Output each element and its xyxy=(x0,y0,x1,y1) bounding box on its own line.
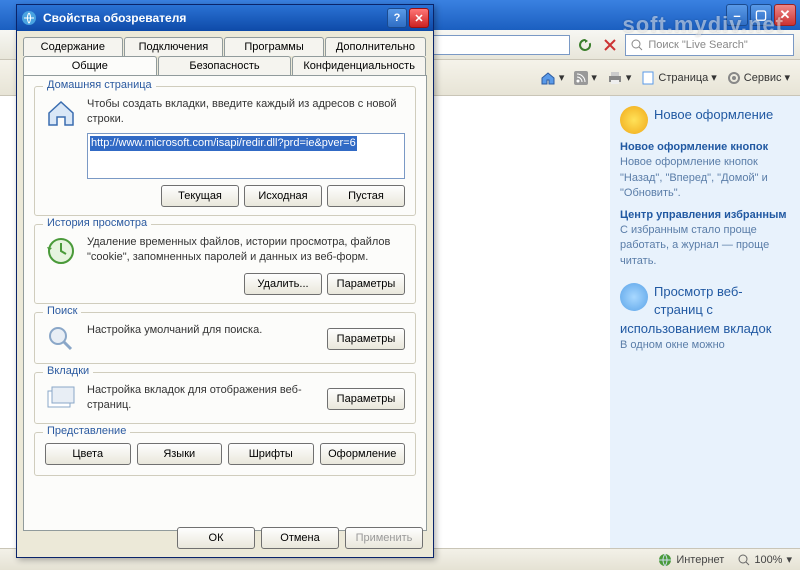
history-group: История просмотра Удаление временных фай… xyxy=(34,224,416,304)
dialog-button-row: ОК Отмена Применить xyxy=(17,527,433,549)
ok-button[interactable]: ОК xyxy=(177,527,255,549)
tab-connections[interactable]: Подключения xyxy=(124,37,224,56)
ie-icon xyxy=(21,10,37,26)
use-default-button[interactable]: Исходная xyxy=(244,185,322,207)
refresh-icon[interactable] xyxy=(576,35,595,55)
search-group-label: Поиск xyxy=(43,305,81,317)
promo-sidebar: Новое оформление Новое оформление кнопок… xyxy=(610,96,800,548)
use-current-button[interactable]: Текущая xyxy=(161,185,239,207)
tabs-desc: Настройка вкладок для отображения веб-ст… xyxy=(87,383,317,413)
close-button[interactable]: ✕ xyxy=(774,4,796,26)
security-zone[interactable]: Интернет xyxy=(658,553,724,567)
dialog-title: Свойства обозревателя xyxy=(43,11,385,25)
use-blank-button[interactable]: Пустая xyxy=(327,185,405,207)
search-input[interactable]: Поиск "Live Search" xyxy=(625,34,794,56)
promo-item-1: Новое оформление Новое оформление кнопок… xyxy=(620,106,790,269)
dialog-close-button[interactable]: ✕ xyxy=(409,8,429,28)
tab-panel-general: Домашняя страница Чтобы создать вкладки,… xyxy=(23,75,427,531)
tabs-icon xyxy=(620,283,648,311)
search-placeholder: Поиск "Live Search" xyxy=(648,39,747,51)
star-icon xyxy=(620,106,648,134)
zoom-control[interactable]: 100% ▾ xyxy=(738,553,792,566)
fonts-button[interactable]: Шрифты xyxy=(228,443,314,465)
cancel-button[interactable]: Отмена xyxy=(261,527,339,549)
help-button[interactable]: ? xyxy=(387,8,407,28)
history-icon xyxy=(45,235,77,267)
search-desc: Настройка умолчаний для поиска. xyxy=(87,323,317,338)
homepage-group: Домашняя страница Чтобы создать вкладки,… xyxy=(34,86,416,216)
promo-text-2: С избранным стало проще работать, а журн… xyxy=(620,223,790,269)
home-icon xyxy=(45,97,77,129)
tab-programs[interactable]: Программы xyxy=(224,37,324,56)
page-menu[interactable]: Страница ▾ xyxy=(641,71,716,85)
magnifier-icon xyxy=(45,323,77,355)
tab-privacy[interactable]: Конфиденциальность xyxy=(292,56,426,75)
promo-text-3: В одном окне можно xyxy=(620,338,790,353)
homepage-group-label: Домашняя страница xyxy=(43,79,156,91)
appearance-group-label: Представление xyxy=(43,425,130,437)
promo-text-1: Новое оформление кнопок "Назад", "Вперед… xyxy=(620,155,790,201)
home-button[interactable]: ▾ xyxy=(540,70,565,86)
tabs-settings-button[interactable]: Параметры xyxy=(327,388,405,410)
accessibility-button[interactable]: Оформление xyxy=(320,443,406,465)
apply-button[interactable]: Применить xyxy=(345,527,423,549)
tabs-group-label: Вкладки xyxy=(43,365,93,377)
tab-security[interactable]: Безопасность xyxy=(158,56,292,75)
history-settings-button[interactable]: Параметры xyxy=(327,273,405,295)
delete-history-button[interactable]: Удалить... xyxy=(244,273,322,295)
promo-item-2: Просмотр веб-страниц с использованием вк… xyxy=(620,283,790,353)
tools-menu[interactable]: Сервис ▾ xyxy=(727,71,790,85)
feeds-button[interactable]: ▾ xyxy=(574,71,597,85)
promo-subhead-1: Новое оформление кнопок xyxy=(620,140,790,155)
print-button[interactable]: ▾ xyxy=(607,71,632,85)
stop-icon[interactable] xyxy=(601,35,620,55)
tab-advanced[interactable]: Дополнительно xyxy=(325,37,426,56)
tab-content[interactable]: Содержание xyxy=(23,37,123,56)
appearance-group: Представление Цвета Языки Шрифты Оформле… xyxy=(34,432,416,476)
address-input[interactable] xyxy=(426,35,570,55)
colors-button[interactable]: Цвета xyxy=(45,443,131,465)
tab-general[interactable]: Общие xyxy=(23,56,157,75)
history-desc: Удаление временных файлов, истории просм… xyxy=(87,235,405,265)
homepage-desc: Чтобы создать вкладки, введите каждый из… xyxy=(87,97,405,127)
search-icon xyxy=(630,38,644,52)
tabs-settings-icon xyxy=(45,383,77,415)
dialog-titlebar[interactable]: Свойства обозревателя ? ✕ xyxy=(17,5,433,31)
zoom-icon xyxy=(738,554,750,566)
minimize-button[interactable]: – xyxy=(726,4,748,26)
tab-strip: Содержание Подключения Программы Дополни… xyxy=(23,37,427,75)
languages-button[interactable]: Языки xyxy=(137,443,223,465)
homepage-url-input[interactable]: http://www.microsoft.com/isapi/redir.dll… xyxy=(87,133,405,179)
internet-options-dialog: Свойства обозревателя ? ✕ Содержание Под… xyxy=(16,4,434,558)
search-settings-button[interactable]: Параметры xyxy=(327,328,405,350)
globe-icon xyxy=(658,553,672,567)
tabs-group: Вкладки Настройка вкладок для отображени… xyxy=(34,372,416,424)
history-group-label: История просмотра xyxy=(43,217,151,229)
maximize-button[interactable]: ▢ xyxy=(750,4,772,26)
promo-subhead-2: Центр управления избранным xyxy=(620,208,790,223)
search-group: Поиск Настройка умолчаний для поиска. Па… xyxy=(34,312,416,364)
homepage-url-value: http://www.microsoft.com/isapi/redir.dll… xyxy=(90,136,357,151)
